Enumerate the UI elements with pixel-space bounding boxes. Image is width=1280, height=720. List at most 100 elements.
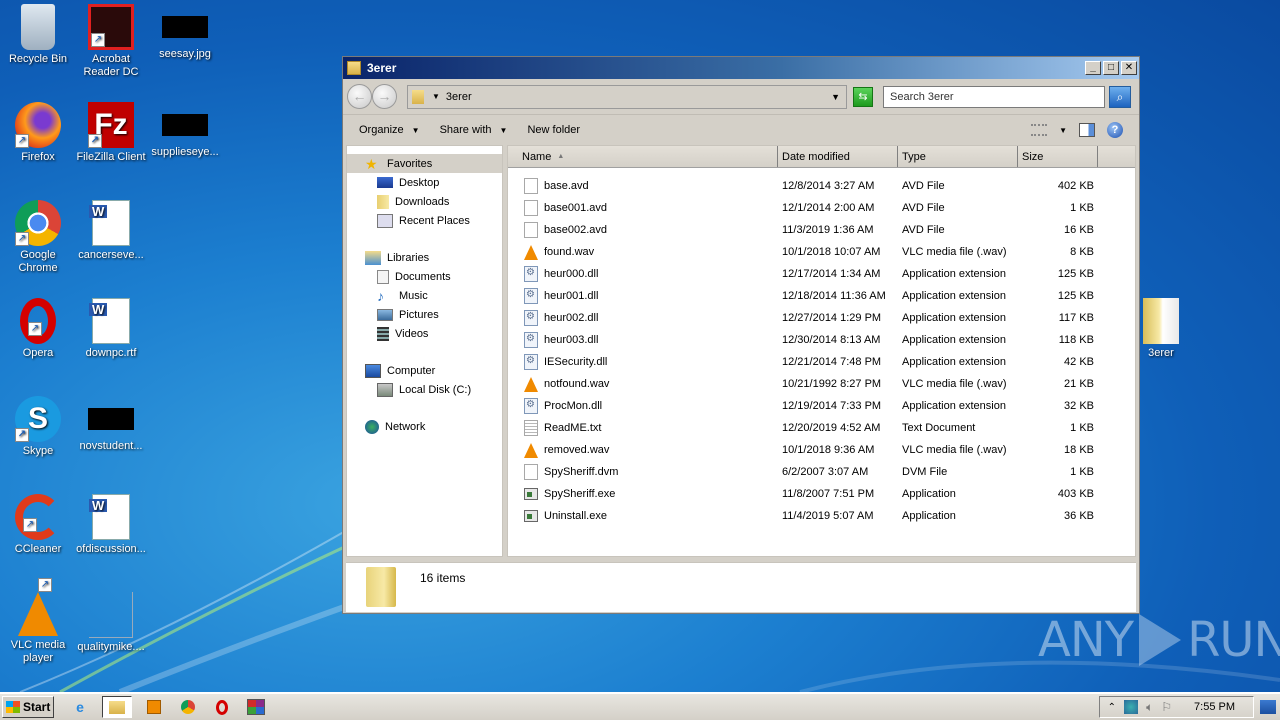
nav-network[interactable]: Network xyxy=(347,417,502,436)
share-with-button[interactable]: Share with ▼ xyxy=(440,124,508,136)
help-icon[interactable]: ? xyxy=(1107,122,1123,138)
nav-local-disk[interactable]: Local Disk (C:) xyxy=(347,380,502,399)
acrobat-reader-icon: ↗ xyxy=(88,4,134,50)
shortcut-arrow-icon: ↗ xyxy=(88,134,102,148)
close-button[interactable]: ✕ xyxy=(1121,61,1137,75)
file-row[interactable]: notfound.wav 10/21/1992 8:27 PM VLC media … xyxy=(508,373,1135,395)
desktop-icon-vlc-media-player[interactable]: ↗ VLC media player xyxy=(0,578,76,665)
chevron-down-icon: ▼ xyxy=(411,125,420,135)
file-row[interactable]: heur000.dll 12/17/2014 1:34 AM Application… xyxy=(508,263,1135,285)
file-date: 10/1/2018 9:36 AM xyxy=(782,444,875,456)
chrome-icon[interactable] xyxy=(176,696,200,718)
desktop-icon-label: CCleaner xyxy=(14,543,62,555)
windows-explorer-icon[interactable] xyxy=(102,696,132,718)
desktop-icon-opera[interactable]: ↗ Opera xyxy=(0,298,76,360)
column-header-name[interactable]: Name ▲ xyxy=(508,146,778,167)
show-desktop-button[interactable] xyxy=(1260,700,1276,714)
nav-videos[interactable]: Videos xyxy=(347,324,502,343)
desktop-icon-downpc-rtf[interactable]: Wdownpc.rtf xyxy=(73,298,149,360)
word-logo-icon: W xyxy=(89,205,108,218)
file-date: 12/27/2014 1:29 PM xyxy=(782,312,882,324)
nav-desktop[interactable]: Desktop xyxy=(347,173,502,192)
start-button[interactable]: Start xyxy=(2,696,54,718)
desktop-icon-firefox[interactable]: ↗ Firefox xyxy=(0,102,76,164)
internet-explorer-icon[interactable]: e xyxy=(68,696,92,718)
desktop-icon-novstudent[interactable]: novstudent... xyxy=(73,396,149,453)
show-hidden-icons[interactable]: ⌃ xyxy=(1108,702,1116,713)
new-folder-button[interactable]: New folder xyxy=(527,124,580,136)
breadcrumb-current[interactable]: 3erer xyxy=(446,91,472,103)
desktop-icon-cancerseve[interactable]: Wcancerseve... xyxy=(73,200,149,262)
volume-icon[interactable]: 🔈︎ xyxy=(1146,700,1153,715)
column-header-type[interactable]: Type xyxy=(898,146,1018,167)
search-input[interactable]: Search 3erer xyxy=(883,85,1105,108)
desktop-icon-ccleaner[interactable]: ↗ CCleaner xyxy=(0,494,76,556)
nav-downloads[interactable]: Downloads xyxy=(347,192,502,211)
desktop-icon-google-chrome[interactable]: ↗ Google Chrome xyxy=(0,200,76,275)
forward-button[interactable]: → xyxy=(372,84,397,109)
minimize-button[interactable]: _ xyxy=(1085,61,1101,75)
recycle-bin-icon xyxy=(21,4,55,50)
file-row[interactable]: base001.avd 12/1/2014 2:00 AM AVD File 1 KB xyxy=(508,197,1135,219)
desktop-icon-ofdiscussion[interactable]: Wofdiscussion... xyxy=(73,494,149,556)
nav-recent-places[interactable]: Recent Places xyxy=(347,211,502,230)
address-bar[interactable]: ▼ 3erer ▼ xyxy=(407,84,847,109)
nav-music[interactable]: ♪ Music xyxy=(347,286,502,305)
file-type: Application extension xyxy=(902,268,1006,280)
refresh-button[interactable]: ⇆ xyxy=(853,86,873,107)
preview-pane-icon[interactable] xyxy=(1079,123,1095,137)
nav-libraries[interactable]: Libraries xyxy=(347,248,502,267)
nav-favorites[interactable]: ★ Favorites xyxy=(347,154,502,173)
title-bar[interactable]: 3erer _ □ ✕ xyxy=(343,57,1139,79)
watermark-text-right: RUN xyxy=(1187,612,1280,668)
file-type: VLC media file (.wav) xyxy=(902,246,1007,258)
winrar-icon[interactable] xyxy=(244,696,268,718)
file-row[interactable]: heur001.dll 12/18/2014 11:36 AM Applicatio… xyxy=(508,285,1135,307)
breadcrumb-arrow-icon[interactable]: ▼ xyxy=(432,92,440,101)
desktop-icon-supplieseye[interactable]: supplieseye... xyxy=(147,102,223,159)
file-row[interactable]: SpySheriff.dvm 6/2/2007 3:07 AM DVM File 1 … xyxy=(508,461,1135,483)
nav-documents[interactable]: Documents xyxy=(347,267,502,286)
desktop-icon-skype[interactable]: S ↗ Skype xyxy=(0,396,76,458)
navigation-pane: ★ Favorites Desktop Downloads Recent Pla… xyxy=(346,145,503,557)
desktop-icon-recycle-bin[interactable]: Recycle Bin xyxy=(0,4,76,66)
address-dropdown-icon[interactable]: ▼ xyxy=(831,92,840,102)
file-row[interactable]: heur003.dll 12/30/2014 8:13 AM Application… xyxy=(508,329,1135,351)
desktop-icon-qualitymike[interactable]: qualitymike.... xyxy=(73,592,149,654)
media-player-icon[interactable] xyxy=(142,696,166,718)
search-icon[interactable]: ⌕ xyxy=(1109,85,1131,108)
file-row[interactable]: IESecurity.dll 12/21/2014 7:48 PM Applicat… xyxy=(508,351,1135,373)
file-row[interactable]: Uninstall.exe 11/4/2019 5:07 AM Applicatio… xyxy=(508,505,1135,527)
word-document-icon: W xyxy=(89,298,130,344)
file-row[interactable]: SpySheriff.exe 11/8/2007 7:51 PM Applicati… xyxy=(508,483,1135,505)
network-status-icon[interactable] xyxy=(1124,700,1139,714)
share-with-label: Share with xyxy=(439,124,492,136)
nav-pictures[interactable]: Pictures xyxy=(347,305,502,324)
clock[interactable]: 7:55 PM xyxy=(1194,701,1235,713)
action-center-flag-icon[interactable]: ⚐ xyxy=(1161,700,1172,714)
local-disk-icon xyxy=(377,382,393,397)
file-row[interactable]: ReadME.txt 12/20/2019 4:52 AM Text Documen… xyxy=(508,417,1135,439)
filezilla-icon: Fz ↗ xyxy=(88,102,134,148)
desktop-icon-acrobat-reader-dc[interactable]: ↗ Acrobat Reader DC xyxy=(73,4,149,79)
file-row[interactable]: found.wav 10/1/2018 10:07 AM VLC media fil… xyxy=(508,241,1135,263)
file-row[interactable]: heur002.dll 12/27/2014 1:29 PM Application… xyxy=(508,307,1135,329)
desktop-icon-filezilla-client[interactable]: Fz ↗ FileZilla Client xyxy=(73,102,149,164)
file-row[interactable]: base002.avd 11/3/2019 1:36 AM AVD File 16 K… xyxy=(508,219,1135,241)
change-view-icon[interactable] xyxy=(1031,124,1048,136)
blank-file-icon xyxy=(524,200,538,216)
organize-button[interactable]: Organize ▼ xyxy=(359,124,420,136)
file-row[interactable]: removed.wav 10/1/2018 9:36 AM VLC media fi… xyxy=(508,439,1135,461)
file-row[interactable]: ProcMon.dll 12/19/2014 7:33 PM Application… xyxy=(508,395,1135,417)
nav-computer[interactable]: Computer xyxy=(347,361,502,380)
column-header-date[interactable]: Date modified xyxy=(778,146,898,167)
back-button[interactable]: ← xyxy=(347,84,372,109)
desktop-icon-seesay-jpg[interactable]: seesay.jpg xyxy=(147,4,223,61)
maximize-button[interactable]: □ xyxy=(1103,61,1119,75)
file-row[interactable]: base.avd 12/8/2014 3:27 AM AVD File 402 KB xyxy=(508,175,1135,197)
column-header-size[interactable]: Size xyxy=(1018,146,1098,167)
nav-label: Documents xyxy=(395,270,451,283)
address-row: ← → ▼ 3erer ▼ ⇆ Search 3erer ⌕ xyxy=(343,79,1139,115)
view-options-dropdown-icon[interactable]: ▼ xyxy=(1059,126,1067,135)
opera-icon[interactable] xyxy=(210,696,234,718)
